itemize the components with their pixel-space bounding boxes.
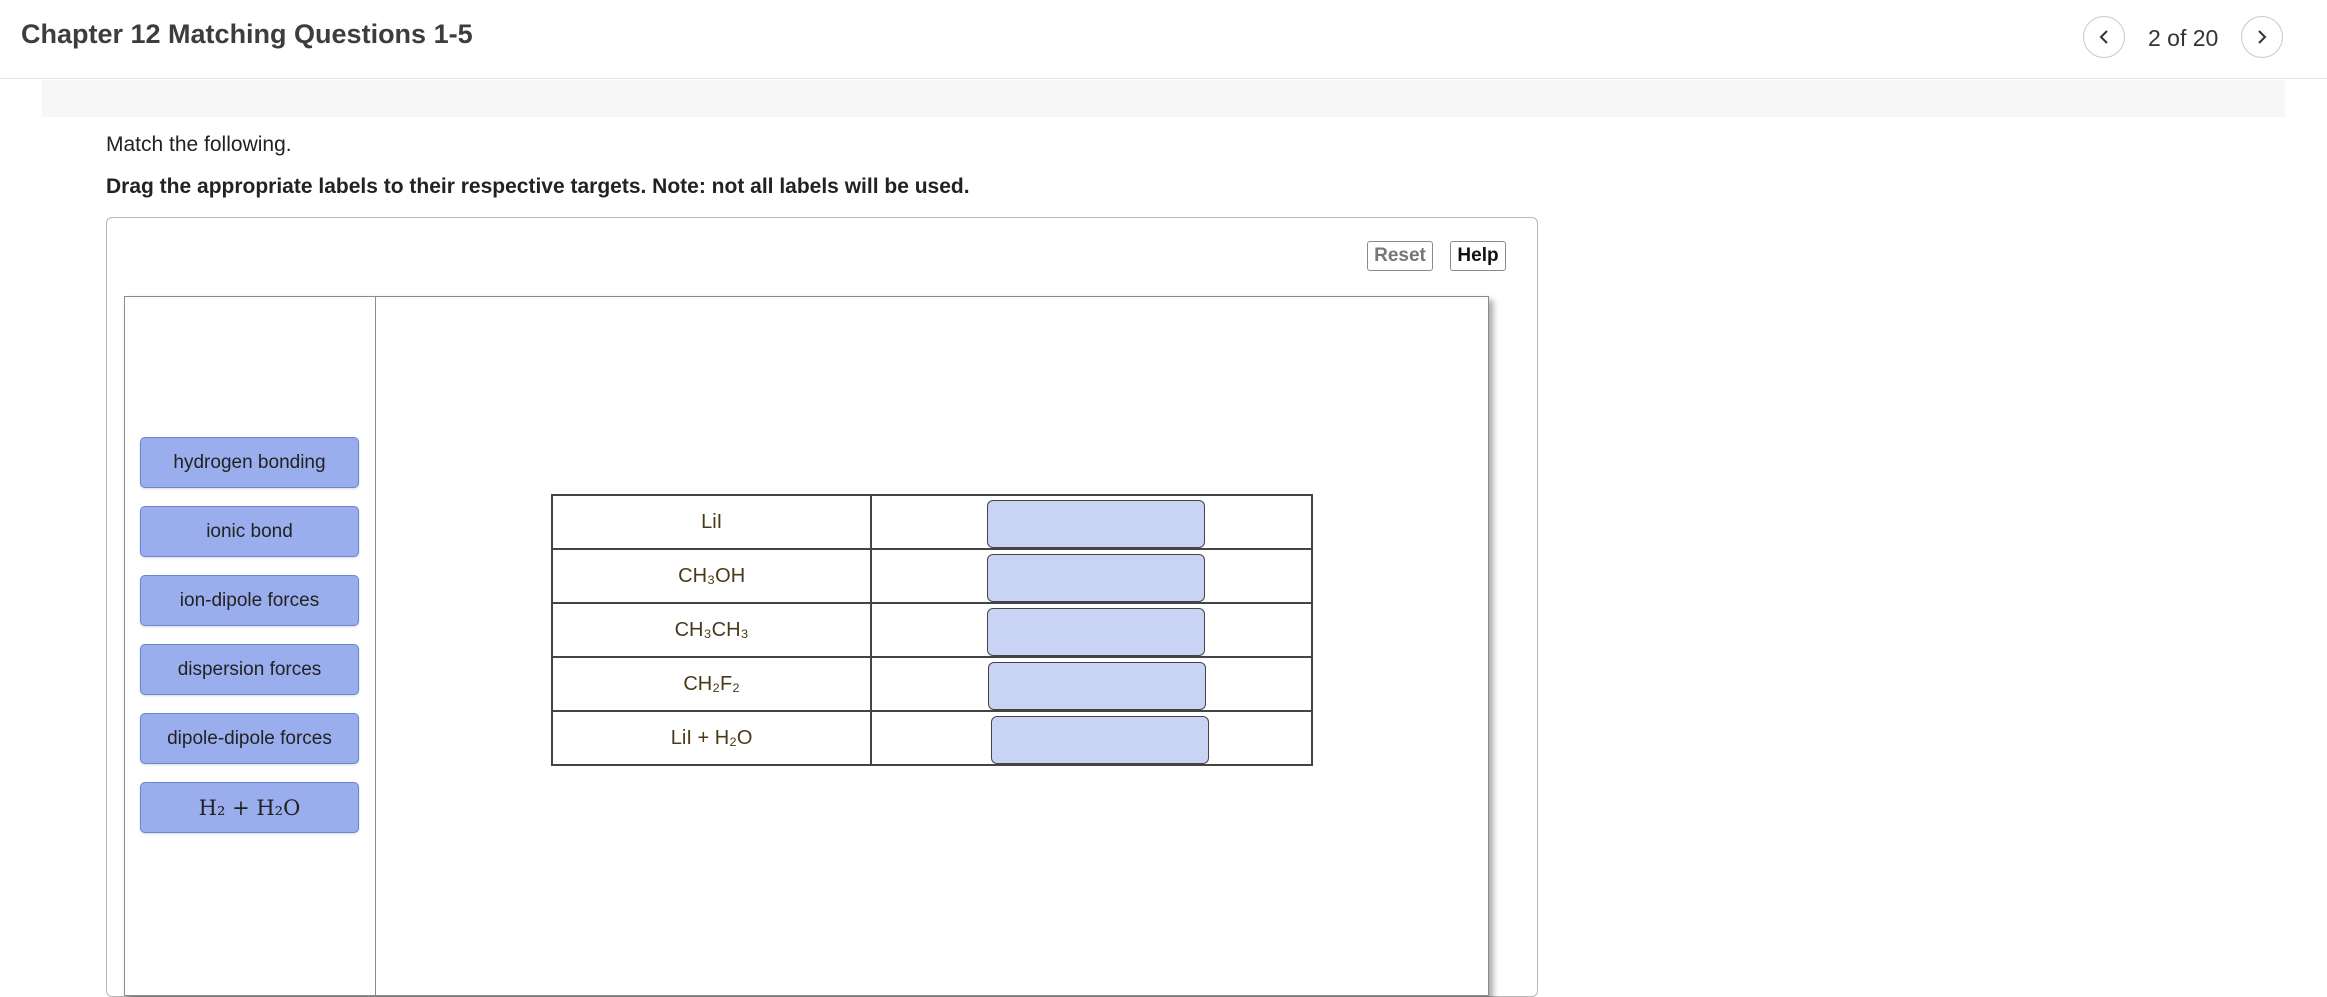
matching-table: LiI CH₃OH CH₃CH₃ CH₂F₂ LiI + H₂O bbox=[550, 494, 1313, 766]
compound-cell: CH₃CH₃ bbox=[550, 602, 873, 658]
chevron-right-icon bbox=[2258, 30, 2267, 44]
page-title: Chapter 12 Matching Questions 1-5 bbox=[21, 19, 473, 49]
table-row: CH₂F₂ bbox=[550, 656, 1313, 712]
separator-band bbox=[42, 80, 2285, 117]
chevron-left-icon bbox=[2099, 30, 2108, 44]
next-button[interactable] bbox=[2241, 16, 2283, 58]
compound-cell: LiI bbox=[550, 494, 873, 550]
target-cell bbox=[870, 710, 1313, 766]
draggable-label[interactable]: ionic bond bbox=[140, 506, 359, 557]
drag-drop-workspace: hydrogen bonding ionic bond ion-dipole f… bbox=[124, 296, 1489, 996]
target-cell bbox=[870, 548, 1313, 604]
target-cell bbox=[870, 494, 1313, 550]
help-button[interactable]: Help bbox=[1450, 241, 1506, 271]
drop-target[interactable] bbox=[987, 608, 1206, 656]
target-cell bbox=[870, 602, 1313, 658]
table-row: LiI + H₂O bbox=[550, 710, 1313, 766]
drop-target[interactable] bbox=[988, 662, 1207, 710]
table-row: CH₃OH bbox=[550, 548, 1313, 604]
reset-button[interactable]: Reset bbox=[1367, 241, 1433, 271]
compound-cell: CH₂F₂ bbox=[550, 656, 873, 712]
label-bank: hydrogen bonding ionic bond ion-dipole f… bbox=[125, 297, 376, 995]
draggable-label[interactable]: ion-dipole forces bbox=[140, 575, 359, 626]
draggable-label[interactable]: hydrogen bonding bbox=[140, 437, 359, 488]
drop-target[interactable] bbox=[987, 554, 1206, 602]
table-row: CH₃CH₃ bbox=[550, 602, 1313, 658]
draggable-label[interactable]: dipole-dipole forces bbox=[140, 713, 359, 764]
drop-target[interactable] bbox=[991, 716, 1210, 764]
previous-button[interactable] bbox=[2083, 16, 2125, 58]
target-cell bbox=[870, 656, 1313, 712]
drop-target[interactable] bbox=[987, 500, 1206, 548]
table-row: LiI bbox=[550, 494, 1313, 550]
page-indicator: 2 of 20 bbox=[2148, 25, 2219, 51]
instruction-text: Match the following. bbox=[106, 133, 292, 156]
compound-cell: LiI + H₂O bbox=[550, 710, 873, 766]
draggable-label[interactable]: H₂ + H₂O bbox=[140, 782, 359, 833]
draggable-label[interactable]: dispersion forces bbox=[140, 644, 359, 695]
header-bar: Chapter 12 Matching Questions 1-5 2 of 2… bbox=[0, 0, 2327, 79]
instruction-bold-text: Drag the appropriate labels to their res… bbox=[106, 175, 970, 198]
compound-cell: CH₃OH bbox=[550, 548, 873, 604]
